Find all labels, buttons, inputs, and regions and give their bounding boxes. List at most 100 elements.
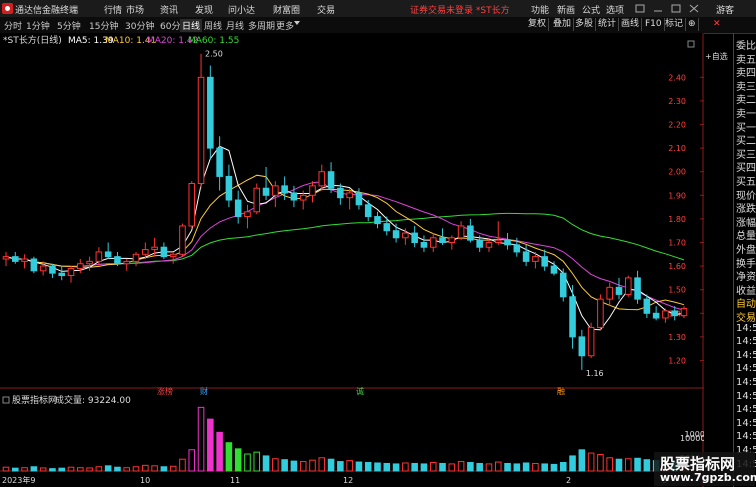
candle (624, 275, 632, 297)
chart-background (0, 33, 704, 487)
event-marker-rong: 融 (557, 386, 565, 396)
quote-panel-label: 14:5 (736, 417, 756, 429)
candle (207, 65, 214, 160)
volume-bar (615, 458, 623, 472)
candle-body (402, 232, 409, 239)
overlay-button[interactable]: 叠加 (551, 18, 575, 31)
candle-body (151, 246, 158, 251)
candle-body (216, 147, 223, 177)
candle-body (439, 237, 446, 243)
volume-bar (123, 467, 131, 472)
zoom-button[interactable]: ⊕ (686, 18, 699, 31)
menu-item-function[interactable]: 功能 (531, 3, 549, 16)
candle-body (634, 277, 641, 300)
volume-bar (541, 463, 548, 472)
kline-chart[interactable]: *ST长方(日线) MA5: 1.39 MA10: 1.41 MA20: 1.4… (0, 33, 704, 487)
volume-bar (569, 455, 576, 472)
watermark: 股票指标网 www.7gpzb.com (654, 452, 756, 486)
period-tab-5min[interactable]: 5分钟 (57, 19, 81, 32)
candle-body (290, 192, 298, 201)
candle-body (197, 76, 205, 185)
candle-body (207, 76, 214, 149)
low-price-label: 1.16 (586, 369, 604, 378)
period-tab-multi[interactable]: 多周期 (248, 19, 275, 32)
mark-button[interactable]: 标记 (663, 18, 687, 31)
period-tab-15min[interactable]: 15分钟 (89, 19, 118, 32)
adjust-button[interactable]: 复权 (526, 18, 550, 31)
quote-panel-label: 14:5 (736, 363, 756, 375)
candle-body (160, 246, 168, 258)
volume-bar (77, 467, 84, 472)
volume-bar (597, 454, 604, 472)
volume-bar (169, 465, 177, 472)
menu-item-quotes[interactable]: 行情 (104, 3, 122, 16)
menu-item-trade[interactable]: 交易 (317, 3, 335, 16)
draw-line-button[interactable]: 画线 (619, 18, 643, 31)
candle-body (234, 199, 242, 218)
add-favorite-button[interactable]: +自选 (705, 51, 728, 62)
candle-body (457, 225, 465, 239)
volume-bar (476, 462, 483, 472)
period-tab-daily[interactable]: 日线 (180, 19, 203, 32)
period-tab-monthly[interactable]: 月线 (226, 19, 244, 32)
volume-bar (429, 462, 437, 472)
candle-body (30, 258, 38, 272)
ma60-legend: MA60: 1.55 (188, 36, 239, 46)
candle-body (411, 232, 418, 243)
f10-button[interactable]: F10 (643, 18, 665, 31)
candle-body (504, 239, 511, 246)
volume-bar (49, 468, 56, 472)
guest-label[interactable]: 游客 (716, 3, 734, 16)
volume-bar (504, 462, 511, 472)
menu-item-market[interactable]: 市场 (126, 3, 144, 16)
volume-bar (643, 459, 651, 472)
candle-body (587, 326, 595, 357)
volume-bar (179, 458, 186, 472)
volume-legend: 成交量: 93224.00 (55, 394, 131, 406)
volume-bar (39, 467, 47, 472)
candle-body (606, 286, 613, 300)
menu-icon (635, 4, 645, 13)
restore-icon (671, 4, 681, 13)
menu-item-wealth[interactable]: 财富圈 (273, 3, 300, 16)
multi-stock-button[interactable]: 多股 (573, 18, 597, 31)
price-label-3: 2.10 (668, 144, 686, 153)
menu-item-news[interactable]: 资讯 (160, 3, 178, 16)
period-tab-1min[interactable]: 1分钟 (26, 19, 50, 32)
event-marker-cai: 财 (200, 386, 208, 396)
volume-bar (392, 463, 400, 472)
menu-item-options[interactable]: 选项 (606, 3, 624, 16)
volume-bar (234, 448, 242, 472)
menu-item-discover[interactable]: 发现 (195, 3, 213, 16)
menu-item-new[interactable]: 新画 (557, 3, 575, 16)
candle-body (448, 237, 456, 243)
indicator-name: 股票指标网 (12, 394, 57, 406)
period-tab-weekly[interactable]: 周线 (204, 19, 222, 32)
volume-bar (448, 463, 456, 472)
candle-body (522, 251, 530, 262)
volume-bar (281, 459, 288, 472)
volume-bar (587, 452, 595, 472)
chevron-down-icon[interactable] (294, 21, 300, 25)
candle (559, 268, 567, 302)
volume-bar (364, 462, 372, 472)
period-tab-intraday[interactable]: 分时 (4, 19, 22, 32)
price-label-9: 1.50 (668, 286, 686, 295)
candle (253, 183, 261, 215)
candle (597, 294, 604, 330)
candle-body (262, 187, 270, 196)
stats-button[interactable]: 统计 (596, 18, 620, 31)
close-x-icon[interactable]: ✕ (711, 18, 723, 31)
candle-body (467, 225, 474, 241)
candle-body (318, 171, 326, 187)
period-tab-more[interactable]: 更多 (276, 19, 294, 32)
candle-body (671, 310, 678, 317)
date-label-oct: 10 (140, 476, 150, 485)
period-tab-30min[interactable]: 30分钟 (125, 19, 154, 32)
candle-body (485, 241, 493, 248)
login-warning[interactable]: 证券交易未登录 *ST长方 (410, 3, 510, 16)
menu-item-ask[interactable]: 问小达 (228, 3, 255, 16)
price-label-6: 1.80 (668, 215, 686, 224)
menu-item-formula[interactable]: 公式 (582, 3, 600, 16)
event-marker-cheng: 诚 (356, 386, 364, 396)
